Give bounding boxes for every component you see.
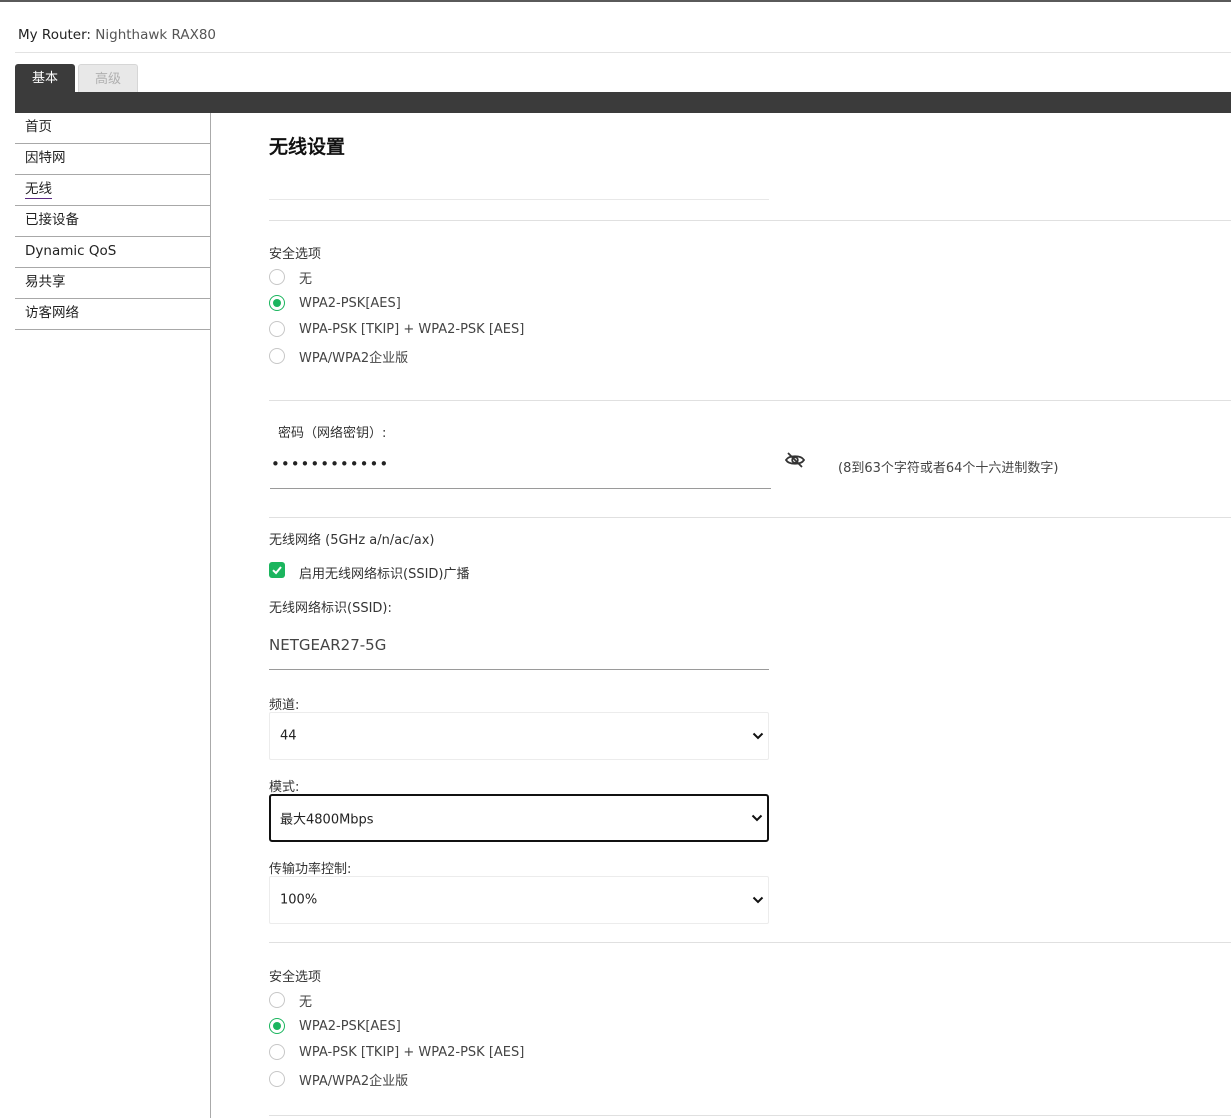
radio-button[interactable] <box>269 269 285 285</box>
tx-power-select-value: 100% <box>280 892 318 908</box>
sidebar-item-label: 首页 <box>25 119 52 135</box>
tab-bar <box>15 92 1231 113</box>
password-field[interactable]: •••••••••••• <box>271 455 389 473</box>
security-option-wpa-wpa2-mixed[interactable]: WPA-PSK [TKIP] + WPA2-PSK [AES] <box>269 319 524 339</box>
checkmark-icon <box>272 566 282 575</box>
radio-label: WPA/WPA2企业版 <box>299 350 409 366</box>
title-divider <box>15 52 1231 53</box>
sidebar-item-guest-network[interactable]: 访客网络 <box>15 299 211 330</box>
mode-label: 模式: <box>269 780 300 795</box>
sidebar-divider <box>210 113 211 1118</box>
security-option-none[interactable]: 无 <box>269 267 312 287</box>
wireless-5g-section-label: 无线网络 (5GHz a/n/ac/ax) <box>269 533 435 548</box>
radio-button[interactable] <box>269 1018 285 1034</box>
radio-button[interactable] <box>269 348 285 364</box>
radio-label: 无 <box>299 994 313 1010</box>
section-divider <box>269 400 1231 401</box>
radio-button[interactable] <box>269 295 285 311</box>
chevron-down-icon <box>752 732 764 740</box>
router-model-name: Nighthawk RAX80 <box>95 27 217 43</box>
password-underline <box>270 488 771 489</box>
security-options-label: 安全选项 <box>269 247 322 262</box>
radio-label: WPA-PSK [TKIP] + WPA2-PSK [AES] <box>299 1044 525 1060</box>
router-title: My Router: Nighthawk RAX80 <box>18 27 216 43</box>
field-underline <box>269 199 769 200</box>
security-option-enterprise[interactable]: WPA/WPA2企业版 <box>269 346 408 366</box>
section-divider <box>269 942 1231 943</box>
security-5g-option-wpa2-psk[interactable]: WPA2-PSK[AES] <box>269 1016 401 1036</box>
sidebar-item-internet[interactable]: 因特网 <box>15 144 211 175</box>
radio-label: WPA2-PSK[AES] <box>299 295 401 311</box>
ssid-underline <box>269 669 769 670</box>
page-title: 无线设置 <box>269 136 346 158</box>
radio-button[interactable] <box>269 1071 285 1087</box>
ssid-input[interactable]: NETGEAR27-5G <box>269 636 386 654</box>
security-5g-option-enterprise[interactable]: WPA/WPA2企业版 <box>269 1069 408 1089</box>
tx-power-label: 传输功率控制: <box>269 862 352 877</box>
sidebar-item-label: Dynamic QoS <box>25 243 117 259</box>
radio-label: 无 <box>299 271 313 287</box>
chevron-down-icon <box>751 814 763 822</box>
sidebar-item-dynamic-qos[interactable]: Dynamic QoS <box>15 237 211 268</box>
password-label: 密码（网络密钥）: <box>278 426 387 441</box>
ssid-broadcast-label: 启用无线网络标识(SSID)广播 <box>299 567 470 582</box>
security-options-5g-label: 安全选项 <box>269 970 322 985</box>
sidebar-item-label: 因特网 <box>25 150 66 166</box>
sidebar-item-home[interactable]: 首页 <box>15 113 211 144</box>
radio-label: WPA/WPA2企业版 <box>299 1073 409 1089</box>
security-option-wpa2-psk[interactable]: WPA2-PSK[AES] <box>269 293 401 313</box>
top-border <box>0 0 1231 2</box>
section-divider <box>269 517 1231 518</box>
sidebar-item-label: 易共享 <box>25 274 66 290</box>
security-5g-option-wpa-wpa2-mixed[interactable]: WPA-PSK [TKIP] + WPA2-PSK [AES] <box>269 1042 524 1062</box>
sidebar-item-label: 已接设备 <box>25 212 79 228</box>
radio-button[interactable] <box>269 321 285 337</box>
password-hint: (8到63个字符或者64个十六进制数字) <box>838 461 1059 476</box>
mode-select-value: 最大4800Mbps <box>280 812 374 828</box>
sidebar-item-readyshare[interactable]: 易共享 <box>15 268 211 299</box>
tx-power-select[interactable]: 100% <box>269 876 769 924</box>
tab-basic[interactable]: 基本 <box>15 64 75 93</box>
sidebar-item-label: 无线 <box>25 181 52 199</box>
tab-advanced[interactable]: 高级 <box>78 64 138 93</box>
sidebar-item-label: 访客网络 <box>25 305 79 321</box>
section-divider <box>269 1115 1231 1116</box>
ssid-broadcast-checkbox[interactable] <box>269 562 285 578</box>
radio-button[interactable] <box>269 1044 285 1060</box>
channel-select-value: 44 <box>280 728 297 744</box>
radio-button[interactable] <box>269 992 285 1008</box>
sidebar-item-wireless[interactable]: 无线 <box>15 175 211 206</box>
ssid-label: 无线网络标识(SSID): <box>269 601 392 616</box>
router-title-label: My Router: <box>18 27 91 43</box>
channel-select[interactable]: 44 <box>269 712 769 760</box>
channel-label: 频道: <box>269 698 300 713</box>
section-divider <box>269 220 1231 221</box>
eye-slash-icon[interactable] <box>784 451 806 469</box>
chevron-down-icon <box>752 896 764 904</box>
sidebar-item-attached-devices[interactable]: 已接设备 <box>15 206 211 237</box>
sidebar-nav: 首页 因特网 无线 已接设备 Dynamic QoS 易共享 访客网络 <box>15 113 211 330</box>
mode-select[interactable]: 最大4800Mbps <box>269 794 769 842</box>
security-5g-option-none[interactable]: 无 <box>269 990 312 1010</box>
radio-label: WPA2-PSK[AES] <box>299 1018 401 1034</box>
radio-label: WPA-PSK [TKIP] + WPA2-PSK [AES] <box>299 321 525 337</box>
